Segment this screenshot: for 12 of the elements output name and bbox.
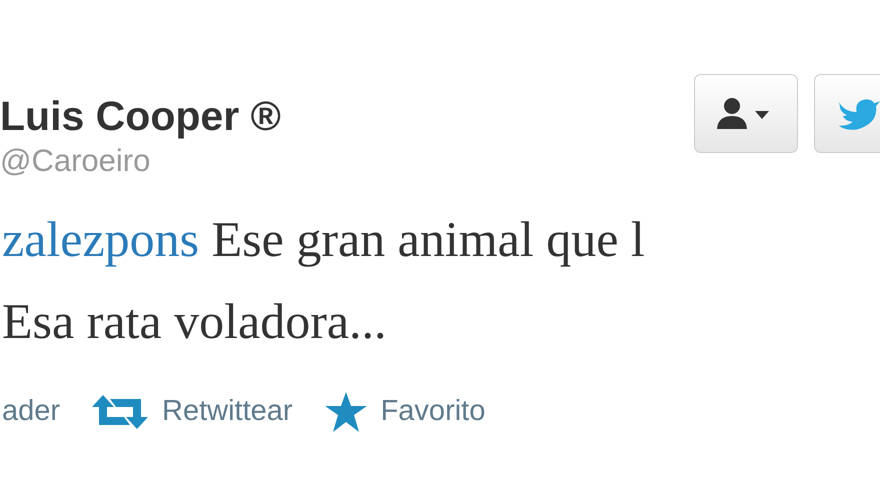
user-menu-button[interactable]	[694, 74, 798, 153]
tweet-text: Ese gran animal que l	[212, 211, 645, 267]
retweet-link[interactable]: Retwittear	[92, 390, 293, 434]
tweet-text: Esa rata voladora...	[2, 292, 388, 351]
author-name: Luis Cooper ®	[0, 96, 282, 137]
star-icon	[324, 392, 367, 432]
reply-link[interactable]: ader	[2, 390, 60, 434]
author-handle: @Caroeiro	[0, 145, 152, 176]
favorite-link[interactable]: Favorito	[324, 390, 486, 434]
tweet-button[interactable]	[814, 74, 880, 153]
retweet-icon	[92, 394, 148, 429]
mention-link[interactable]: zalezpons	[2, 211, 200, 267]
